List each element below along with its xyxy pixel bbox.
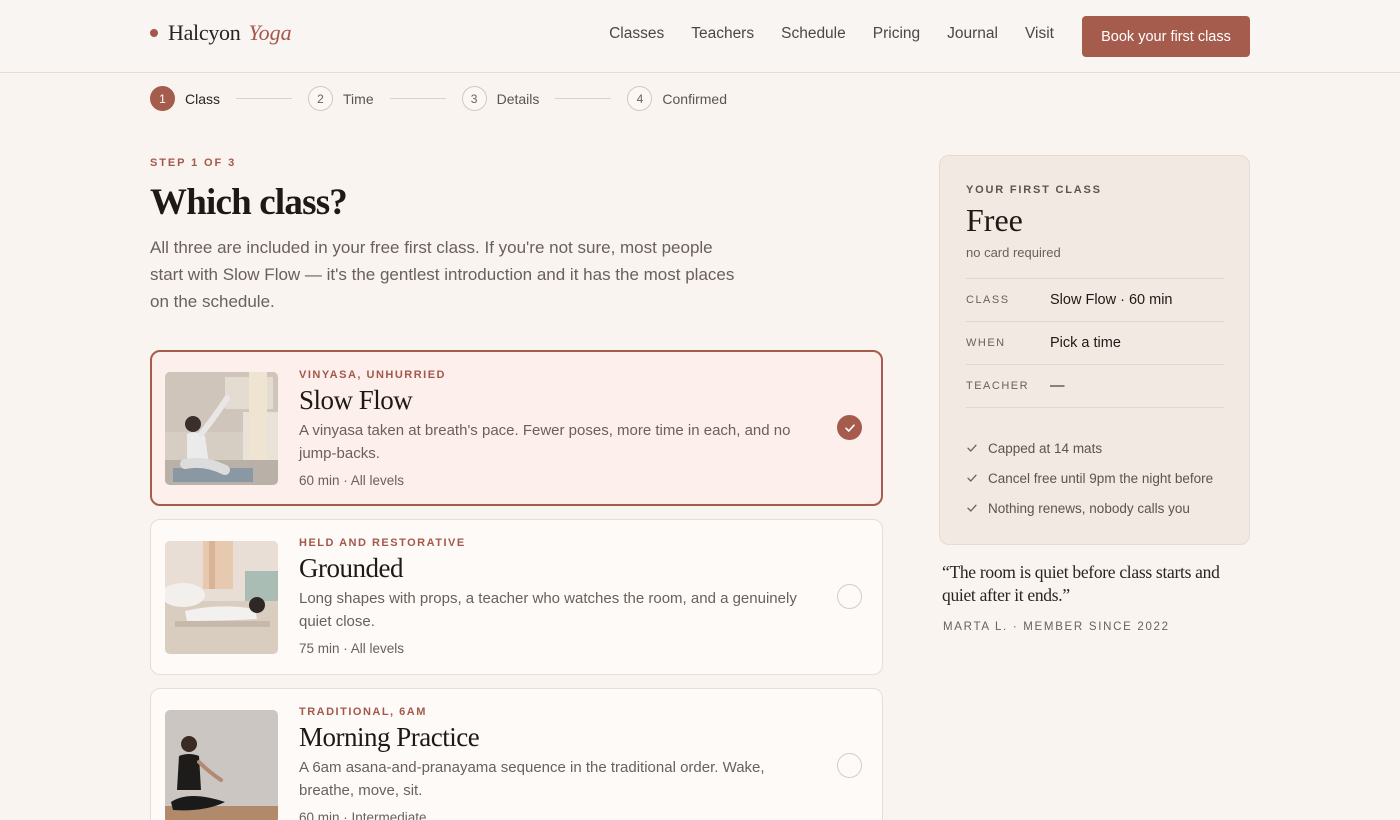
nav-teachers[interactable]: Teachers bbox=[691, 25, 754, 43]
summary-key: CLASS bbox=[966, 294, 1010, 306]
step-details[interactable]: 3 Details bbox=[461, 86, 540, 111]
class-tag: TRADITIONAL, 6AM bbox=[299, 706, 427, 718]
step-connector bbox=[555, 98, 612, 99]
class-description: A vinyasa taken at breath's pace. Fewer … bbox=[299, 422, 791, 462]
nav-pricing[interactable]: Pricing bbox=[873, 25, 920, 43]
main-nav: Classes Teachers Schedule Pricing Journa… bbox=[609, 25, 1054, 43]
summary-price: Free bbox=[966, 202, 1023, 238]
page-title: Which class? bbox=[150, 182, 348, 223]
class-tag: HELD AND RESTORATIVE bbox=[299, 537, 466, 549]
class-card-grounded[interactable]: HELD AND RESTORATIVE Grounded Long shape… bbox=[150, 519, 883, 675]
step-label: Details bbox=[496, 90, 540, 107]
step-connector bbox=[389, 98, 446, 99]
nav-schedule[interactable]: Schedule bbox=[781, 25, 846, 43]
summary-key: TEACHER bbox=[966, 380, 1030, 392]
testimonial-citation: MARTA L. · MEMBER SINCE 2022 bbox=[943, 621, 1170, 633]
perk-item: Nothing renews, nobody calls you bbox=[966, 493, 1213, 523]
class-name: Morning Practice bbox=[299, 722, 480, 752]
check-icon bbox=[966, 502, 988, 514]
class-meta: 60 min · All levels bbox=[299, 473, 405, 488]
logo-dot-icon bbox=[150, 29, 158, 37]
class-photo-morning-practice bbox=[165, 710, 278, 820]
step-label: Class bbox=[185, 90, 221, 107]
summary-row-when: WHEN Pick a time bbox=[966, 322, 1224, 365]
summary-row-class: CLASS Slow Flow · 60 min bbox=[966, 279, 1224, 322]
perk-label: Cancel free until 9pm the night before bbox=[988, 470, 1214, 486]
class-name: Slow Flow bbox=[299, 385, 413, 415]
step-connector bbox=[236, 98, 293, 99]
class-meta: 75 min · All levels bbox=[299, 641, 405, 656]
class-radio[interactable] bbox=[837, 753, 862, 778]
class-meta: 60 min · Intermediate bbox=[299, 810, 427, 820]
step-eyebrow: STEP 1 OF 3 bbox=[150, 157, 237, 169]
class-description: Long shapes with props, a teacher who wa… bbox=[299, 590, 797, 630]
summary-value: Pick a time bbox=[1050, 335, 1121, 351]
perk-item: Capped at 14 mats bbox=[966, 433, 1213, 463]
book-first-class-button[interactable]: Book your first class bbox=[1082, 16, 1250, 57]
summary-eyebrow: YOUR FIRST CLASS bbox=[966, 184, 1102, 196]
intro-text: All three are included in your free firs… bbox=[150, 238, 735, 311]
class-name: Grounded bbox=[299, 553, 403, 583]
perk-item: Cancel free until 9pm the night before bbox=[966, 463, 1213, 493]
check-icon bbox=[966, 472, 988, 484]
class-photo-slow-flow bbox=[165, 372, 278, 485]
summary-rows: CLASS Slow Flow · 60 min WHEN Pick a tim… bbox=[966, 278, 1224, 408]
step-class[interactable]: 1 Class bbox=[150, 86, 220, 111]
class-description: A 6am asana-and-pranayama sequence in th… bbox=[299, 759, 765, 799]
step-number: 4 bbox=[627, 86, 653, 111]
logo[interactable]: Halcyon Yoga bbox=[150, 20, 292, 46]
check-icon bbox=[844, 423, 855, 432]
nav-journal[interactable]: Journal bbox=[947, 25, 998, 43]
step-confirmed[interactable]: 4 Confirmed bbox=[627, 86, 727, 111]
step-time[interactable]: 2 Time bbox=[308, 86, 374, 111]
logo-accent: Yoga bbox=[248, 20, 292, 45]
step-label: Time bbox=[343, 90, 374, 107]
class-tag: VINYASA, UNHURRIED bbox=[299, 369, 447, 381]
summary-value: — bbox=[1050, 378, 1065, 394]
summary-key: WHEN bbox=[966, 337, 1006, 349]
summary-perks: Capped at 14 mats Cancel free until 9pm … bbox=[966, 433, 1213, 523]
step-number: 1 bbox=[150, 86, 175, 111]
booking-summary: YOUR FIRST CLASS Free no card required C… bbox=[939, 155, 1250, 545]
nav-visit[interactable]: Visit bbox=[1025, 25, 1054, 43]
nav-classes[interactable]: Classes bbox=[609, 25, 664, 43]
summary-value: Slow Flow · 60 min bbox=[1050, 292, 1173, 308]
step-label: Confirmed bbox=[662, 90, 727, 107]
class-card-morning-practice[interactable]: TRADITIONAL, 6AM Morning Practice A 6am … bbox=[150, 688, 883, 820]
testimonial-quote: “The room is quiet before class starts a… bbox=[942, 562, 1220, 605]
booking-stepper: 1 Class 2 Time 3 Details 4 Confirmed bbox=[150, 86, 727, 111]
perk-label: Nothing renews, nobody calls you bbox=[988, 500, 1190, 516]
step-number: 2 bbox=[308, 86, 334, 111]
check-icon bbox=[966, 442, 988, 454]
site-header: Halcyon Yoga Classes Teachers Schedule P… bbox=[0, 0, 1400, 73]
step-number: 3 bbox=[461, 86, 487, 111]
summary-note: no card required bbox=[966, 245, 1061, 260]
logo-name: Halcyon bbox=[168, 20, 241, 45]
perk-label: Capped at 14 mats bbox=[988, 440, 1103, 456]
class-card-slow-flow[interactable]: VINYASA, UNHURRIED Slow Flow A vinyasa t… bbox=[150, 350, 883, 506]
summary-row-teacher: TEACHER — bbox=[966, 365, 1224, 408]
class-photo-grounded bbox=[165, 541, 278, 654]
class-radio[interactable] bbox=[837, 584, 862, 609]
class-radio-selected[interactable] bbox=[837, 415, 862, 440]
